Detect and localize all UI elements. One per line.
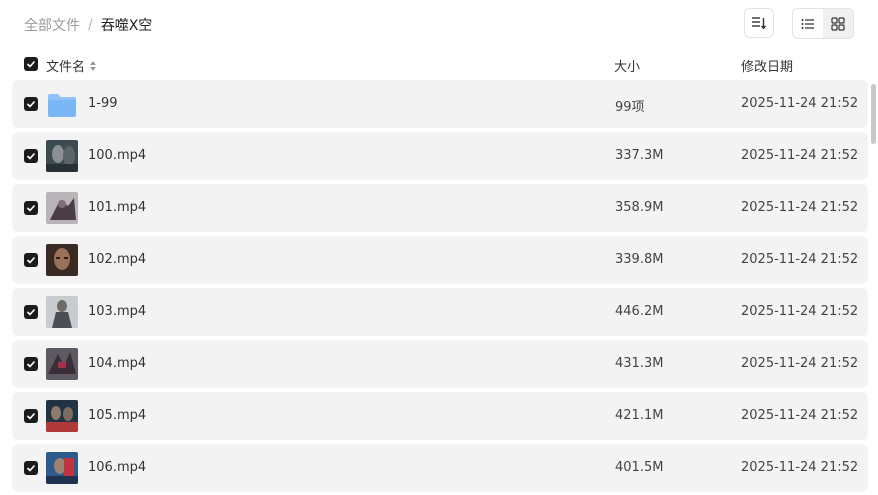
- table-row[interactable]: 103.mp4 446.2M 2025-11-24 21:52: [12, 288, 868, 336]
- table-row[interactable]: 105.mp4 421.1M 2025-11-24 21:52: [12, 392, 868, 440]
- folder-icon: [48, 94, 76, 117]
- file-name[interactable]: 102.mp4: [88, 252, 146, 267]
- row-checkbox[interactable]: [24, 97, 38, 111]
- row-checkbox[interactable]: [24, 201, 38, 215]
- file-size: 431.3M: [615, 356, 664, 371]
- video-thumbnail: [46, 244, 78, 276]
- grid-view-icon: [831, 16, 845, 31]
- sort-icon: [752, 17, 767, 30]
- check-icon: [26, 60, 36, 68]
- column-header-name[interactable]: 文件名: [46, 56, 97, 75]
- list-view-button[interactable]: [793, 9, 823, 38]
- video-thumbnail: [46, 296, 78, 328]
- table-row[interactable]: 1-99 99项 2025-11-24 21:52: [12, 80, 868, 128]
- select-all-checkbox[interactable]: [24, 57, 38, 71]
- file-date: 2025-11-24 21:52: [741, 200, 859, 215]
- video-thumbnail: [46, 140, 78, 172]
- table-row[interactable]: 101.mp4 358.9M 2025-11-24 21:52: [12, 184, 868, 232]
- file-name[interactable]: 106.mp4: [88, 460, 146, 475]
- check-icon: [26, 308, 36, 316]
- file-date: 2025-11-24 21:52: [741, 148, 859, 163]
- table-row[interactable]: 106.mp4 401.5M 2025-11-24 21:52: [12, 444, 868, 492]
- video-thumbnail: [46, 452, 78, 484]
- check-icon: [26, 464, 36, 472]
- list-view-icon: [801, 18, 814, 29]
- breadcrumb-root-link[interactable]: 全部文件: [24, 15, 80, 35]
- file-date: 2025-11-24 21:52: [741, 96, 859, 111]
- check-icon: [26, 100, 36, 108]
- row-checkbox[interactable]: [24, 357, 38, 371]
- row-checkbox[interactable]: [24, 149, 38, 163]
- sort-toggle-icon: [90, 60, 97, 71]
- table-row[interactable]: 102.mp4 339.8M 2025-11-24 21:52: [12, 236, 868, 284]
- row-checkbox[interactable]: [24, 409, 38, 423]
- table-header: 文件名 大小 修改日期: [0, 50, 878, 78]
- check-icon: [26, 360, 36, 368]
- file-name[interactable]: 1-99: [88, 96, 118, 111]
- file-size: 401.5M: [615, 460, 664, 475]
- table-row[interactable]: 104.mp4 431.3M 2025-11-24 21:52: [12, 340, 868, 388]
- scrollbar-thumb[interactable]: [871, 84, 876, 144]
- grid-view-button[interactable]: [823, 9, 853, 38]
- file-name[interactable]: 105.mp4: [88, 408, 146, 423]
- file-size: 421.1M: [615, 408, 664, 423]
- table-row[interactable]: 100.mp4 337.3M 2025-11-24 21:52: [12, 132, 868, 180]
- file-date: 2025-11-24 21:52: [741, 252, 859, 267]
- file-date: 2025-11-24 21:52: [741, 460, 859, 475]
- file-date: 2025-11-24 21:52: [741, 304, 859, 319]
- breadcrumb-current: 吞噬X空: [100, 18, 153, 34]
- row-checkbox[interactable]: [24, 253, 38, 267]
- breadcrumb: 全部文件 / 吞噬X空: [24, 15, 152, 35]
- file-name[interactable]: 101.mp4: [88, 200, 146, 215]
- file-name[interactable]: 100.mp4: [88, 148, 146, 163]
- video-thumbnail: [46, 192, 78, 224]
- row-checkbox[interactable]: [24, 461, 38, 475]
- sort-button[interactable]: [744, 8, 774, 38]
- file-size: 337.3M: [615, 148, 664, 163]
- file-size: 446.2M: [615, 304, 664, 319]
- file-size: 99项: [615, 100, 645, 115]
- video-thumbnail: [46, 348, 78, 380]
- file-date: 2025-11-24 21:52: [741, 408, 859, 423]
- video-thumbnail: [46, 400, 78, 432]
- file-name[interactable]: 103.mp4: [88, 304, 146, 319]
- file-name[interactable]: 104.mp4: [88, 356, 146, 371]
- check-icon: [26, 152, 36, 160]
- breadcrumb-separator: /: [88, 17, 93, 33]
- view-toggle: [792, 8, 854, 39]
- file-date: 2025-11-24 21:52: [741, 356, 859, 371]
- toolbar: 全部文件 / 吞噬X空: [0, 0, 878, 48]
- column-header-name-label: 文件名: [46, 60, 86, 75]
- check-icon: [26, 412, 36, 420]
- row-checkbox[interactable]: [24, 305, 38, 319]
- check-icon: [26, 256, 36, 264]
- file-size: 358.9M: [615, 200, 664, 215]
- check-icon: [26, 204, 36, 212]
- file-size: 339.8M: [615, 252, 664, 267]
- column-header-date[interactable]: 修改日期: [741, 56, 793, 75]
- column-header-size[interactable]: 大小: [614, 56, 640, 75]
